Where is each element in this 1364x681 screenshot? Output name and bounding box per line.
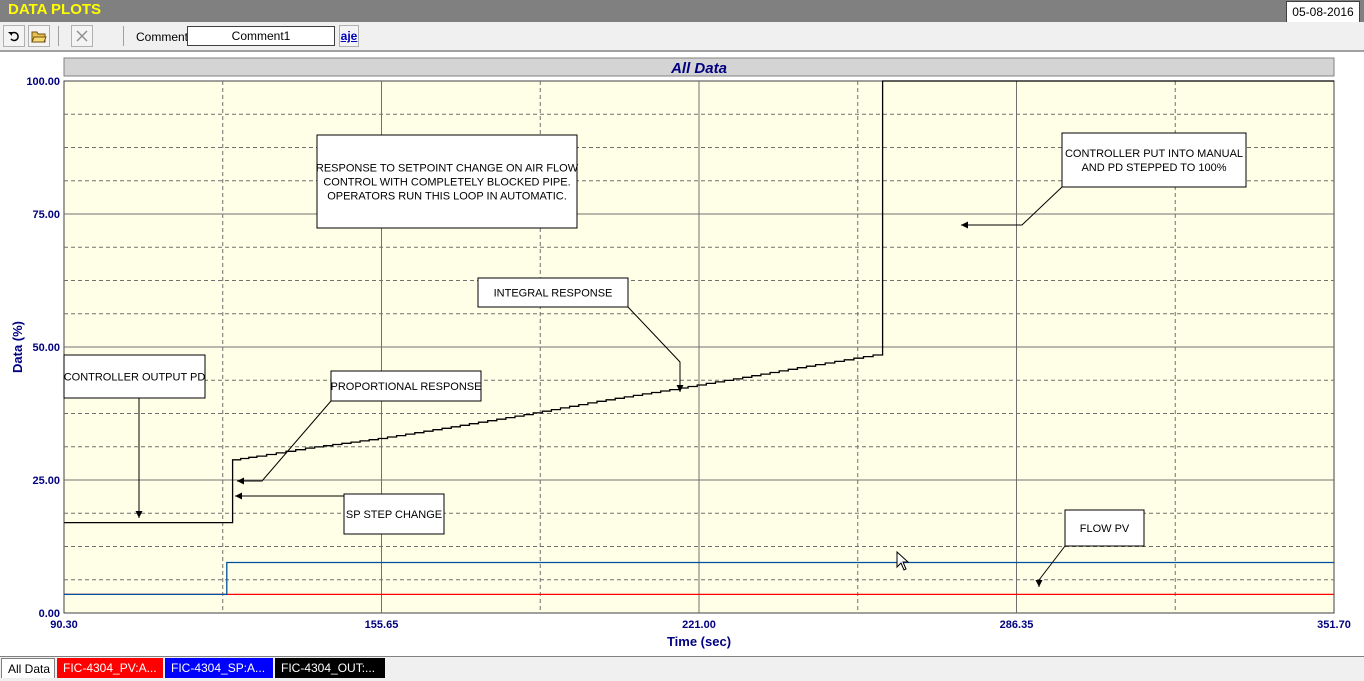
annotation-text: PROPORTIONAL RESPONSE [331,381,482,393]
toolbar-separator [123,26,124,46]
tab-fic-4304-sp[interactable]: FIC-4304_SP:A... [165,658,273,678]
tab-all-data[interactable]: All Data [1,658,55,678]
annotation-text: SP STEP CHANGE [346,509,442,521]
y-tick-label: 50.00 [32,342,60,354]
annotation-text: AND PD STEPPED TO 100% [1081,162,1226,174]
annotation-text: INTEGRAL RESPONSE [494,288,613,300]
annotation-text: FLOW PV [1080,523,1130,535]
delete-button[interactable] [71,25,93,47]
x-tick-label: 155.65 [365,619,399,631]
y-axis-label: Data (%) [10,321,25,373]
annotation-text: CONTROLLER PUT INTO MANUAL [1065,148,1243,160]
open-button[interactable] [28,25,50,47]
y-tick-label: 100.00 [26,76,60,88]
undo-icon [8,31,19,42]
comment-input[interactable] [187,26,335,46]
spell-check-button[interactable]: aje [339,25,359,47]
bottom-tab-bar: All Data FIC-4304_PV:A... FIC-4304_SP:A.… [0,656,1364,681]
date-display: 05-08-2016 [1286,1,1360,23]
toolbar: Comment aje [0,22,1364,51]
title-bar: DATA PLOTS 05-08-2016 [0,0,1364,23]
x-tick-label: 90.30 [50,619,78,631]
toolbar-separator [58,26,59,46]
open-folder-icon [31,31,47,43]
y-tick-label: 75.00 [32,209,60,221]
app-title: DATA PLOTS [8,1,102,18]
undo-button[interactable] [3,25,25,47]
tab-fic-4304-out[interactable]: FIC-4304_OUT:... [275,658,385,678]
plot-panel: All Data 0.00 25.00 50.00 75.00 100.00 90.30… [0,51,1364,657]
x-tick-label: 286.35 [1000,619,1034,631]
chart[interactable]: All Data 0.0025.0050.0075.00100.00 90.30… [0,52,1364,657]
annotation-text: CONTROLLER OUTPUT PD [64,372,206,384]
x-axis-label: Time (sec) [667,634,731,649]
x-tick-label: 221.00 [682,619,716,631]
x-axis-ticks: 90.30 155.65 221.00 286.35 351.70 [50,619,1351,631]
annotation-text: RESPONSE TO SETPOINT CHANGE ON AIR FLOW [316,163,579,175]
tab-fic-4304-pv[interactable]: FIC-4304_PV:A... [57,658,163,678]
close-x-icon [76,30,88,42]
annotation-text: CONTROL WITH COMPLETELY BLOCKED PIPE. [323,177,570,189]
annotation-text: OPERATORS RUN THIS LOOP IN AUTOMATIC. [327,191,567,203]
y-axis-ticks: 0.0025.0050.0075.00100.00 [26,76,60,620]
annotation: RESPONSE TO SETPOINT CHANGE ON AIR FLOW C… [316,134,579,229]
annotation-box [1061,132,1247,188]
y-tick-label: 25.00 [32,475,60,487]
x-tick-label: 351.70 [1317,619,1351,631]
comment-label: Comment [136,30,189,44]
chart-title: All Data [670,60,727,77]
